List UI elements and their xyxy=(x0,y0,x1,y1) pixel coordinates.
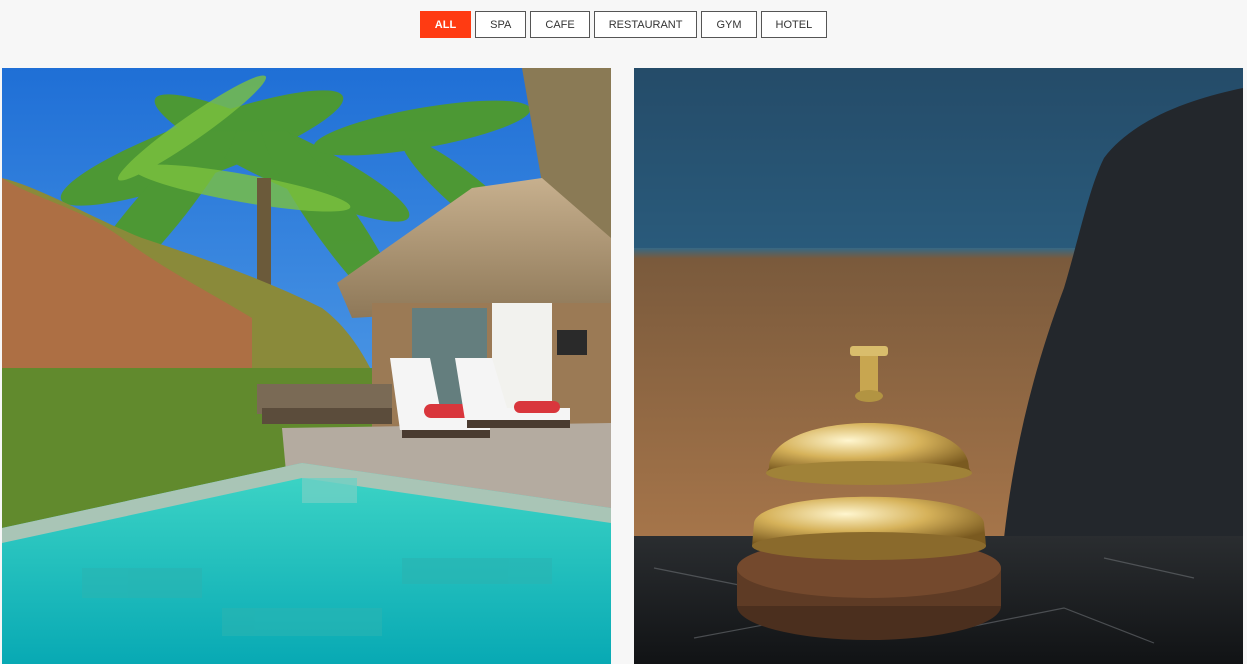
filter-spa-button[interactable]: SPA xyxy=(475,11,527,38)
portfolio-filter-bar: ALL SPA CAFE RESTAURANT GYM HOTEL xyxy=(0,11,1247,38)
resort-pool-image xyxy=(2,68,611,664)
filter-cafe-button[interactable]: CAFE xyxy=(530,11,590,38)
hotel-bell-image xyxy=(634,68,1243,664)
filter-hotel-button[interactable]: HOTEL xyxy=(760,11,828,38)
filter-gym-button[interactable]: GYM xyxy=(701,11,757,38)
gallery-item-hotel-bell[interactable] xyxy=(634,68,1243,664)
filter-all-button[interactable]: ALL xyxy=(419,11,472,38)
gallery-item-resort-pool[interactable] xyxy=(2,68,611,664)
filter-restaurant-button[interactable]: RESTAURANT xyxy=(593,11,698,38)
